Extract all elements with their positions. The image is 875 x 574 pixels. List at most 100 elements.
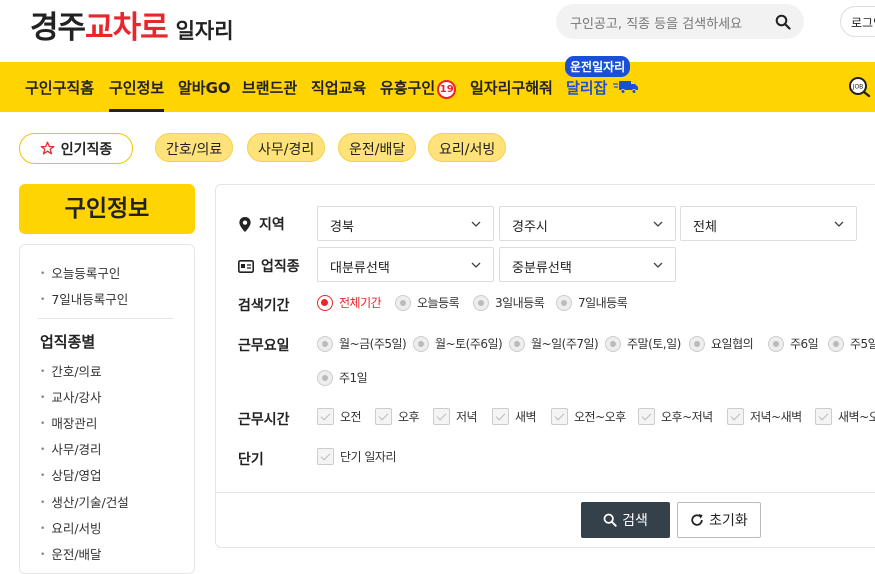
sidebar-item-category[interactable]: 운전/배달 xyxy=(40,544,101,563)
login-button[interactable]: 로그인 xyxy=(840,6,875,37)
radio[interactable] xyxy=(768,335,784,352)
days-option[interactable]: 주6일 xyxy=(768,335,819,352)
region-city-select[interactable]: 경주시 xyxy=(499,206,676,241)
short-term-label: 단기 xyxy=(238,452,264,468)
checkbox[interactable] xyxy=(551,408,568,425)
sidebar-item-category[interactable]: 생산/기술/건설 xyxy=(40,492,128,511)
checkbox[interactable] xyxy=(492,408,509,425)
days-option[interactable]: 주5일 xyxy=(828,335,875,352)
reset-button[interactable]: 초기화 xyxy=(677,502,761,538)
hours-option[interactable]: 오전~오후 xyxy=(551,408,626,425)
days-option[interactable]: 주1일 xyxy=(317,369,368,386)
select-value: 전체 xyxy=(693,220,717,235)
nav-item-dalijob[interactable]: 달리잡 xyxy=(566,77,639,98)
reset-button-label: 초기화 xyxy=(709,513,748,529)
truck-icon xyxy=(612,81,638,94)
region-province-select[interactable]: 경북 xyxy=(317,206,494,241)
search-icon[interactable] xyxy=(775,14,791,30)
hours-option[interactable]: 오후~저녁 xyxy=(638,408,713,425)
days-option[interactable]: 월~토(주6일) xyxy=(413,335,503,352)
region-district-select[interactable]: 전체 xyxy=(680,206,857,241)
option-label: 주5일 xyxy=(850,337,875,351)
sidebar-item-category[interactable]: 교사/강사 xyxy=(40,387,101,406)
checkbox[interactable] xyxy=(727,408,744,425)
nav-item-education[interactable]: 직업교육 xyxy=(311,77,366,98)
nav-item-adult-jobs[interactable]: 유흥구인 19 xyxy=(380,77,457,99)
period-option-3days[interactable]: 3일내등록 xyxy=(473,294,545,311)
sidebar-item-category[interactable]: 간호/의료 xyxy=(40,361,101,380)
radio[interactable] xyxy=(509,335,525,352)
site-header: 경주 교차로 일자리 구인공고, 직종 등을 검색하세요 로그인 xyxy=(0,0,875,62)
period-option-7days[interactable]: 7일내등록 xyxy=(556,294,628,311)
checkbox[interactable] xyxy=(638,408,655,425)
sidebar-item-7days[interactable]: 7일내등록구인 xyxy=(40,289,128,308)
hours-option[interactable]: 오후 xyxy=(375,408,420,425)
sidebar-item-category[interactable]: 상담/영업 xyxy=(40,465,101,484)
hours-option[interactable]: 새벽~오전 xyxy=(815,408,875,425)
hours-option[interactable]: 오전 xyxy=(317,408,362,425)
chip-nursing[interactable]: 간호/의료 xyxy=(155,133,234,162)
radio[interactable] xyxy=(395,294,411,311)
option-label: 주말(토,일) xyxy=(627,337,681,351)
chip-office[interactable]: 사무/경리 xyxy=(247,133,326,162)
option-label: 7일내등록 xyxy=(578,296,628,310)
search-input[interactable]: 구인공고, 직종 등을 검색하세요 xyxy=(556,4,804,39)
select-value: 대분류선택 xyxy=(330,261,390,276)
radio[interactable] xyxy=(689,335,705,352)
hours-option[interactable]: 저녁 xyxy=(433,408,478,425)
sidebar-item-today[interactable]: 오늘등록구인 xyxy=(40,263,120,282)
checkbox[interactable] xyxy=(375,408,392,425)
search-button[interactable]: 검색 xyxy=(581,502,670,538)
radio[interactable] xyxy=(556,294,572,311)
option-label: 월~금(주5일) xyxy=(339,337,407,351)
nav-search-icon[interactable]: JOB xyxy=(848,74,872,98)
radio[interactable] xyxy=(828,335,844,352)
nav-item-adult-jobs-label: 유흥구인 xyxy=(380,79,436,97)
nav-item-job-info[interactable]: 구인정보 xyxy=(109,77,165,112)
radio[interactable] xyxy=(605,335,621,352)
option-label: 3일내등록 xyxy=(495,296,545,310)
logo-text-brand: 교차로 xyxy=(85,10,169,46)
option-label: 저녁 xyxy=(456,410,478,424)
hours-option[interactable]: 저녁~새벽 xyxy=(727,408,802,425)
site-logo[interactable]: 경주 교차로 일자리 xyxy=(30,2,234,46)
days-option[interactable]: 월~금(주5일) xyxy=(317,335,407,352)
job-minor-select[interactable]: 중분류선택 xyxy=(499,247,676,282)
sidebar-item-category[interactable]: 사무/경리 xyxy=(40,439,101,458)
job-major-select[interactable]: 대분류선택 xyxy=(317,247,494,282)
checkbox[interactable] xyxy=(815,408,832,425)
checkbox[interactable] xyxy=(317,448,334,465)
chip-cooking[interactable]: 요리/서빙 xyxy=(428,133,507,162)
chevron-down-icon xyxy=(653,221,663,227)
days-option[interactable]: 주말(토,일) xyxy=(605,335,681,352)
option-label: 오전 xyxy=(340,410,362,424)
radio[interactable] xyxy=(317,335,333,352)
panel-divider xyxy=(216,492,875,493)
checkbox[interactable] xyxy=(317,408,334,425)
option-label: 오늘등록 xyxy=(417,296,460,310)
hours-option[interactable]: 새벽 xyxy=(492,408,537,425)
radio-selected[interactable] xyxy=(317,294,333,311)
popular-jobs-button[interactable]: 인기직종 xyxy=(19,133,133,164)
period-option-today[interactable]: 오늘등록 xyxy=(395,294,460,311)
sidebar-item-category[interactable]: 요리/서빙 xyxy=(40,518,101,537)
days-option[interactable]: 요일협의 xyxy=(689,335,754,352)
checkbox[interactable] xyxy=(433,408,450,425)
option-label: 주6일 xyxy=(790,337,819,351)
radio[interactable] xyxy=(473,294,489,311)
nav-item-brand[interactable]: 브랜드관 xyxy=(242,77,297,98)
option-label: 새벽 xyxy=(515,410,537,424)
radio[interactable] xyxy=(317,369,333,386)
period-option-all[interactable]: 전체기간 xyxy=(317,294,382,311)
nav-item-albago[interactable]: 알바GO xyxy=(178,77,231,98)
short-term-option[interactable]: 단기 일자리 xyxy=(317,448,397,465)
days-option[interactable]: 월~일(주7일) xyxy=(509,335,599,352)
option-label: 전체기간 xyxy=(339,296,382,310)
radio[interactable] xyxy=(413,335,429,352)
nav-item-find-me-job[interactable]: 일자리구해줘 xyxy=(470,77,553,98)
sidebar-item-category[interactable]: 매장관리 xyxy=(40,413,97,432)
refresh-icon xyxy=(691,513,703,526)
chip-driving[interactable]: 운전/배달 xyxy=(338,133,417,162)
nav-item-home[interactable]: 구인구직홈 xyxy=(25,77,94,98)
period-label: 검색기간 xyxy=(238,298,290,314)
